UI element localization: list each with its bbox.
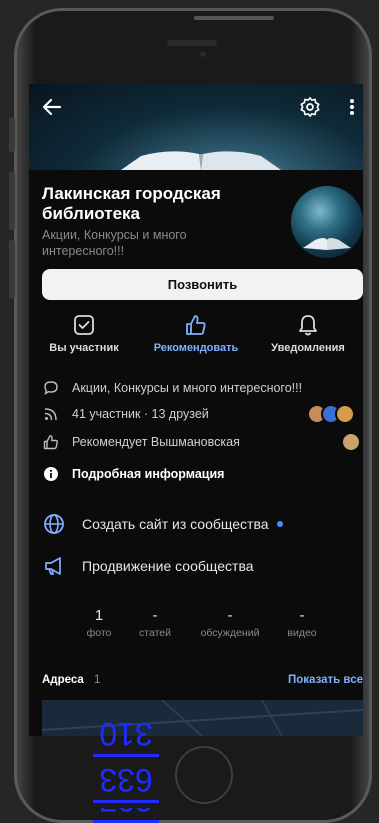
stat-caption: обсуждений (200, 627, 260, 639)
overlay-code: 633 (93, 762, 159, 803)
megaphone-icon (42, 554, 66, 578)
new-badge-dot (276, 521, 283, 527)
recommend-label: Рекомендовать (153, 342, 239, 354)
checkbox-icon (74, 315, 94, 335)
community-stats: 1 фото - статей - обсуждений - видео (69, 607, 329, 641)
thumbs-up-icon (186, 315, 206, 335)
stat-caption: фото (86, 627, 112, 639)
stat-discussions[interactable]: - обсуждений (193, 607, 267, 639)
community-subtitle: Акции, Конкурсы и много интересного!!! (42, 228, 187, 258)
create-site-label: Создать сайт из сообщества (82, 516, 269, 532)
book-avatar-image (303, 238, 351, 250)
arrow-left-icon (42, 98, 62, 116)
recommends-text: Рекомендует Вышмановская (72, 435, 240, 449)
app-screen: Лакинская городская библиотека Акции, Ко… (29, 84, 363, 736)
address-map[interactable] (42, 700, 363, 736)
promotion-label: Продвижение сообщества (82, 558, 254, 574)
recommender-avatar[interactable] (341, 432, 361, 452)
cover-image (29, 84, 363, 170)
status-text: Акции, Конкурсы и много интересного!!! (72, 381, 303, 395)
show-all-link[interactable]: Показать все (288, 674, 363, 686)
stat-value: - (152, 607, 158, 624)
member-action[interactable]: Вы участник (29, 314, 139, 358)
bell-icon (299, 315, 317, 336)
volume-down-button (9, 240, 15, 298)
settings-button[interactable] (297, 94, 323, 120)
speaker (167, 40, 217, 46)
action-bar: Вы участник Рекомендовать Уведомления (29, 314, 363, 358)
promotion-row[interactable]: Продвижение сообщества (42, 554, 254, 578)
gear-icon (300, 97, 320, 117)
home-button[interactable] (175, 746, 233, 804)
details-text: Подробная информация (72, 467, 225, 481)
member-label: Вы участник (49, 342, 119, 354)
info-icon (42, 465, 60, 483)
speech-bubble-icon (42, 379, 60, 397)
thumbs-up-small-icon (42, 433, 60, 451)
overlay-code: 310 (93, 716, 159, 757)
addresses-header: Адреса 1 Показать все (42, 674, 363, 690)
stat-value: 1 (94, 607, 104, 624)
more-vertical-icon (350, 99, 354, 115)
friends-avatars[interactable] (305, 404, 363, 424)
addresses-count: 1 (94, 674, 101, 686)
status-row: Акции, Конкурсы и много интересного!!! (42, 379, 302, 397)
map-streets (42, 700, 363, 736)
addresses-title: Адреса (42, 674, 84, 686)
mute-switch (9, 118, 15, 152)
friend-avatar (335, 404, 355, 424)
more-button[interactable] (345, 94, 359, 120)
globe-icon (42, 512, 66, 536)
stat-value: - (299, 607, 305, 624)
stat-caption: статей (139, 627, 171, 639)
notifications-action[interactable]: Уведомления (253, 314, 363, 358)
overlay-code: 297 (93, 808, 159, 823)
call-button[interactable]: Позвонить (42, 269, 363, 300)
back-button[interactable] (39, 94, 65, 120)
stat-caption: видео (287, 627, 317, 639)
stat-value: - (227, 607, 233, 624)
recommends-row[interactable]: Рекомендует Вышмановская (42, 433, 240, 451)
notifications-label: Уведомления (271, 342, 345, 354)
members-text: 41 участник · 13 друзей (72, 407, 209, 421)
stat-articles[interactable]: - статей (131, 607, 179, 639)
stat-videos[interactable]: - видео (277, 607, 327, 639)
front-camera (200, 51, 206, 57)
rss-icon (42, 405, 60, 423)
community-avatar[interactable] (291, 186, 363, 258)
details-row[interactable]: Подробная информация (42, 465, 224, 483)
create-site-row[interactable]: Создать сайт из сообщества (42, 512, 283, 536)
top-edge (194, 16, 274, 20)
book-illustration (121, 151, 281, 170)
members-row[interactable]: 41 участник · 13 друзей (42, 405, 209, 423)
stat-photos[interactable]: 1 фото (79, 607, 119, 639)
community-title: Лакинская городская библиотека (42, 184, 221, 223)
volume-up-button (9, 172, 15, 230)
recommend-action[interactable]: Рекомендовать (141, 314, 251, 358)
